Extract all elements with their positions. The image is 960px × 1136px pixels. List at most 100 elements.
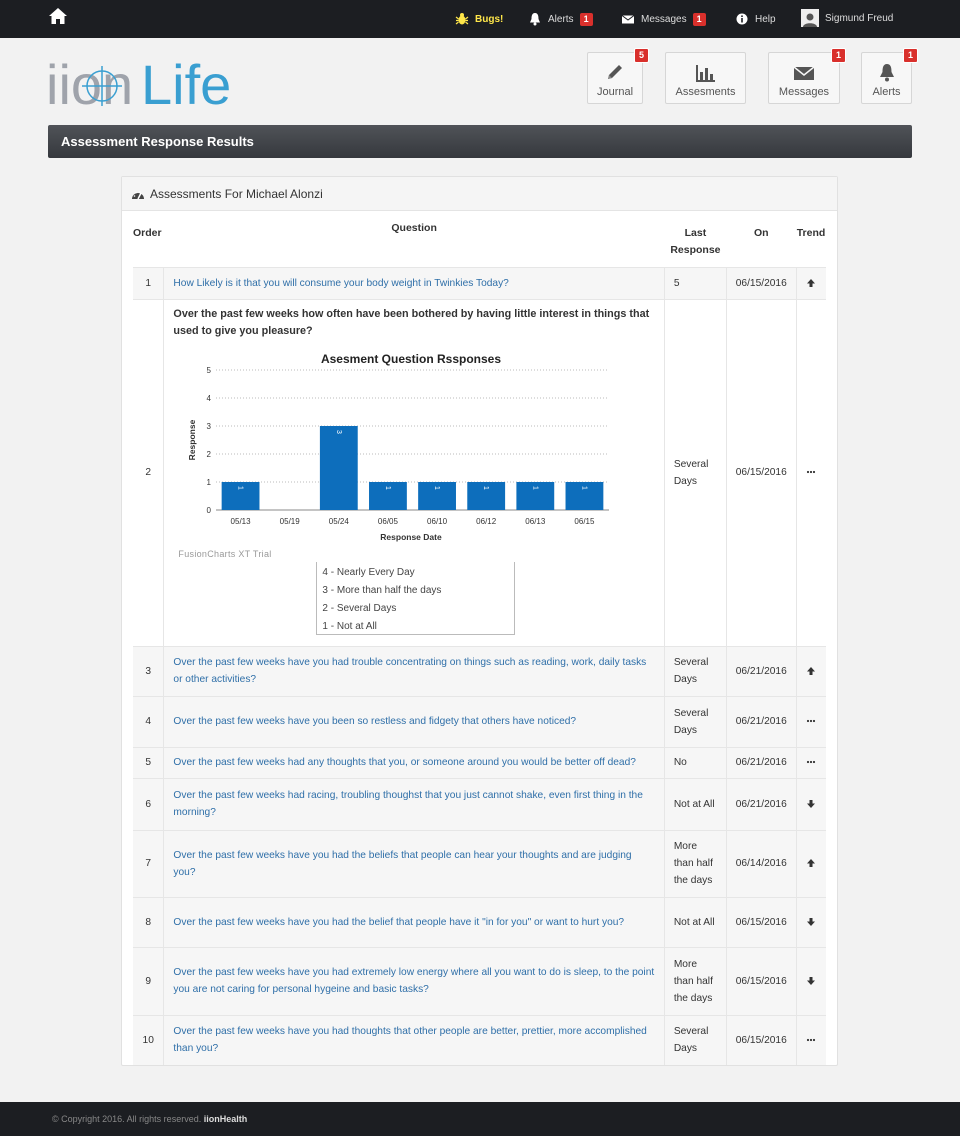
table-row: 5 Over the past few weeks had any though…	[133, 746, 826, 778]
avatar	[801, 9, 819, 27]
chart-data-label: 1	[384, 486, 391, 490]
nav-bugs[interactable]: Bugs!	[455, 11, 503, 27]
chart-x-tick: 06/15	[575, 517, 596, 526]
messages-button[interactable]: Messages 1	[768, 48, 846, 104]
nav-alerts[interactable]: Alerts 1	[528, 11, 593, 27]
row-date: 06/21/2016	[726, 695, 796, 747]
arrow-down-icon	[807, 917, 816, 926]
row-last-response: Not at All	[663, 896, 727, 947]
question-link[interactable]: Over the past few weeks have you had the…	[173, 850, 631, 878]
question-link[interactable]: How Likely is it that you will consume y…	[173, 278, 508, 289]
table-row: 7 Over the past few weeks have you had t…	[133, 829, 826, 897]
chart-bar[interactable]	[320, 425, 359, 510]
col-question[interactable]: Question	[164, 220, 664, 267]
row-date: 06/15/2016	[726, 266, 796, 299]
journal-button[interactable]: Journal 5	[587, 48, 649, 104]
footer-brand[interactable]: iionHealth	[204, 1114, 248, 1124]
table-row: 3 Over the past few weeks have you had t…	[133, 645, 826, 696]
table-row: 8 Over the past few weeks have you had t…	[133, 896, 826, 947]
legend-item: 1 - Not at All	[322, 620, 377, 632]
alerts-button[interactable]: Alerts 1	[861, 48, 918, 104]
user-icon	[803, 13, 817, 27]
row-order: 7	[133, 829, 164, 897]
chart-y-tick: 2	[207, 450, 212, 459]
row-last-response: More than half the days	[663, 946, 727, 1015]
nav-messages[interactable]: Messages 1	[621, 11, 706, 27]
chart-data-label: 1	[581, 486, 588, 490]
chart-data-label: 1	[483, 486, 490, 490]
row-last-response: More than half the days	[663, 829, 727, 897]
row-order: 5	[133, 746, 164, 778]
ellipsis-icon	[807, 1038, 816, 1042]
row-last-response: Several Days	[663, 645, 727, 696]
row-date: 06/15/2016	[726, 946, 796, 1015]
row-order: 4	[133, 695, 164, 747]
chart-x-tick: 05/24	[329, 517, 350, 526]
chart-title: Asesment Question Rssponses	[321, 352, 501, 366]
row-order: 10	[133, 1014, 164, 1065]
question-link[interactable]: Over the past few weeks have you had the…	[173, 917, 624, 928]
question-link[interactable]: Over the past few weeks have you had tro…	[173, 657, 646, 685]
row-last-response: Not at All	[663, 777, 727, 830]
chart-y-tick: 1	[207, 478, 212, 487]
messages-count-badge: 1	[830, 48, 846, 63]
alerts-count-badge: 1	[579, 12, 593, 26]
home-icon[interactable]	[48, 7, 68, 25]
row-last-response: Several Days	[663, 298, 727, 646]
chart-x-tick: 06/10	[427, 517, 448, 526]
nav-user[interactable]: Sigmund Freud	[801, 9, 893, 27]
assessments-button[interactable]: Assesments	[665, 52, 746, 104]
dashboard-icon	[132, 190, 144, 199]
chart-data-label: 1	[433, 486, 440, 490]
messages-label: Messages	[778, 86, 830, 98]
envelope-icon	[793, 66, 815, 80]
chart-data-label: 1	[237, 486, 244, 490]
logo-text-iion: iion	[46, 54, 133, 110]
row-order: 6	[133, 777, 164, 830]
envelope-icon	[621, 15, 635, 24]
chart-data-label: 1	[532, 486, 539, 490]
ellipsis-icon	[807, 720, 816, 723]
col-last-response[interactable]: Last Response	[664, 220, 726, 267]
row-order: 1	[133, 266, 164, 299]
table-row: 9 Over the past few weeks have you had e…	[133, 946, 826, 1015]
question-link[interactable]: Over the past few weeks have you had ext…	[173, 967, 654, 995]
question-link[interactable]: Over the past few weeks have you had tho…	[173, 1026, 646, 1054]
chart-x-tick: 05/19	[280, 517, 301, 526]
row-date: 06/15/2016	[726, 896, 796, 947]
row-last-response: No	[663, 746, 727, 778]
chart-y-tick: 0	[207, 506, 212, 515]
ellipsis-icon	[807, 761, 816, 764]
bug-icon	[455, 13, 469, 25]
chart-x-tick: 06/05	[378, 517, 399, 526]
col-on[interactable]: On	[727, 220, 797, 267]
chart-x-tick: 06/13	[526, 517, 547, 526]
alerts-label: Alerts	[872, 86, 901, 98]
col-trend[interactable]: Trend	[796, 220, 826, 267]
chart-y-tick: 4	[207, 394, 212, 403]
bell-icon	[879, 64, 894, 82]
table-row: 4 Over the past few weeks have you been …	[133, 695, 826, 747]
iionlife-logo[interactable]: iion Life	[46, 54, 256, 110]
ellipsis-icon	[807, 471, 816, 474]
row-date: 06/15/2016	[726, 1014, 796, 1065]
response-legend: 4 - Nearly Every Day 3 - More than half …	[316, 561, 516, 635]
question-link[interactable]: Over the past few weeks have you been so…	[173, 716, 576, 727]
chart-x-tick: 05/13	[231, 517, 252, 526]
assessments-label: Assesments	[675, 86, 736, 98]
chart-y-tick: 3	[207, 422, 212, 431]
panel-header: Assessments For Michael Alonzi	[122, 177, 837, 211]
nav-help-label: Help	[755, 13, 776, 25]
journal-label: Journal	[596, 86, 634, 98]
question-link[interactable]: Over the past few weeks had racing, trou…	[173, 790, 642, 818]
nav-help[interactable]: Help	[735, 11, 776, 27]
response-chart: Asesment Question Rssponses Response Res…	[173, 346, 633, 559]
table-row: 10 Over the past few weeks have you had …	[133, 1014, 826, 1065]
legend-item: 3 - More than half the days	[322, 584, 442, 596]
col-order[interactable]: Order	[133, 220, 164, 267]
question-link[interactable]: Over the past few weeks had any thoughts…	[173, 757, 636, 768]
arrow-up-icon	[807, 278, 816, 287]
row-order: 2	[133, 298, 164, 646]
row-order: 8	[133, 896, 164, 947]
row-date: 06/14/2016	[726, 829, 796, 897]
